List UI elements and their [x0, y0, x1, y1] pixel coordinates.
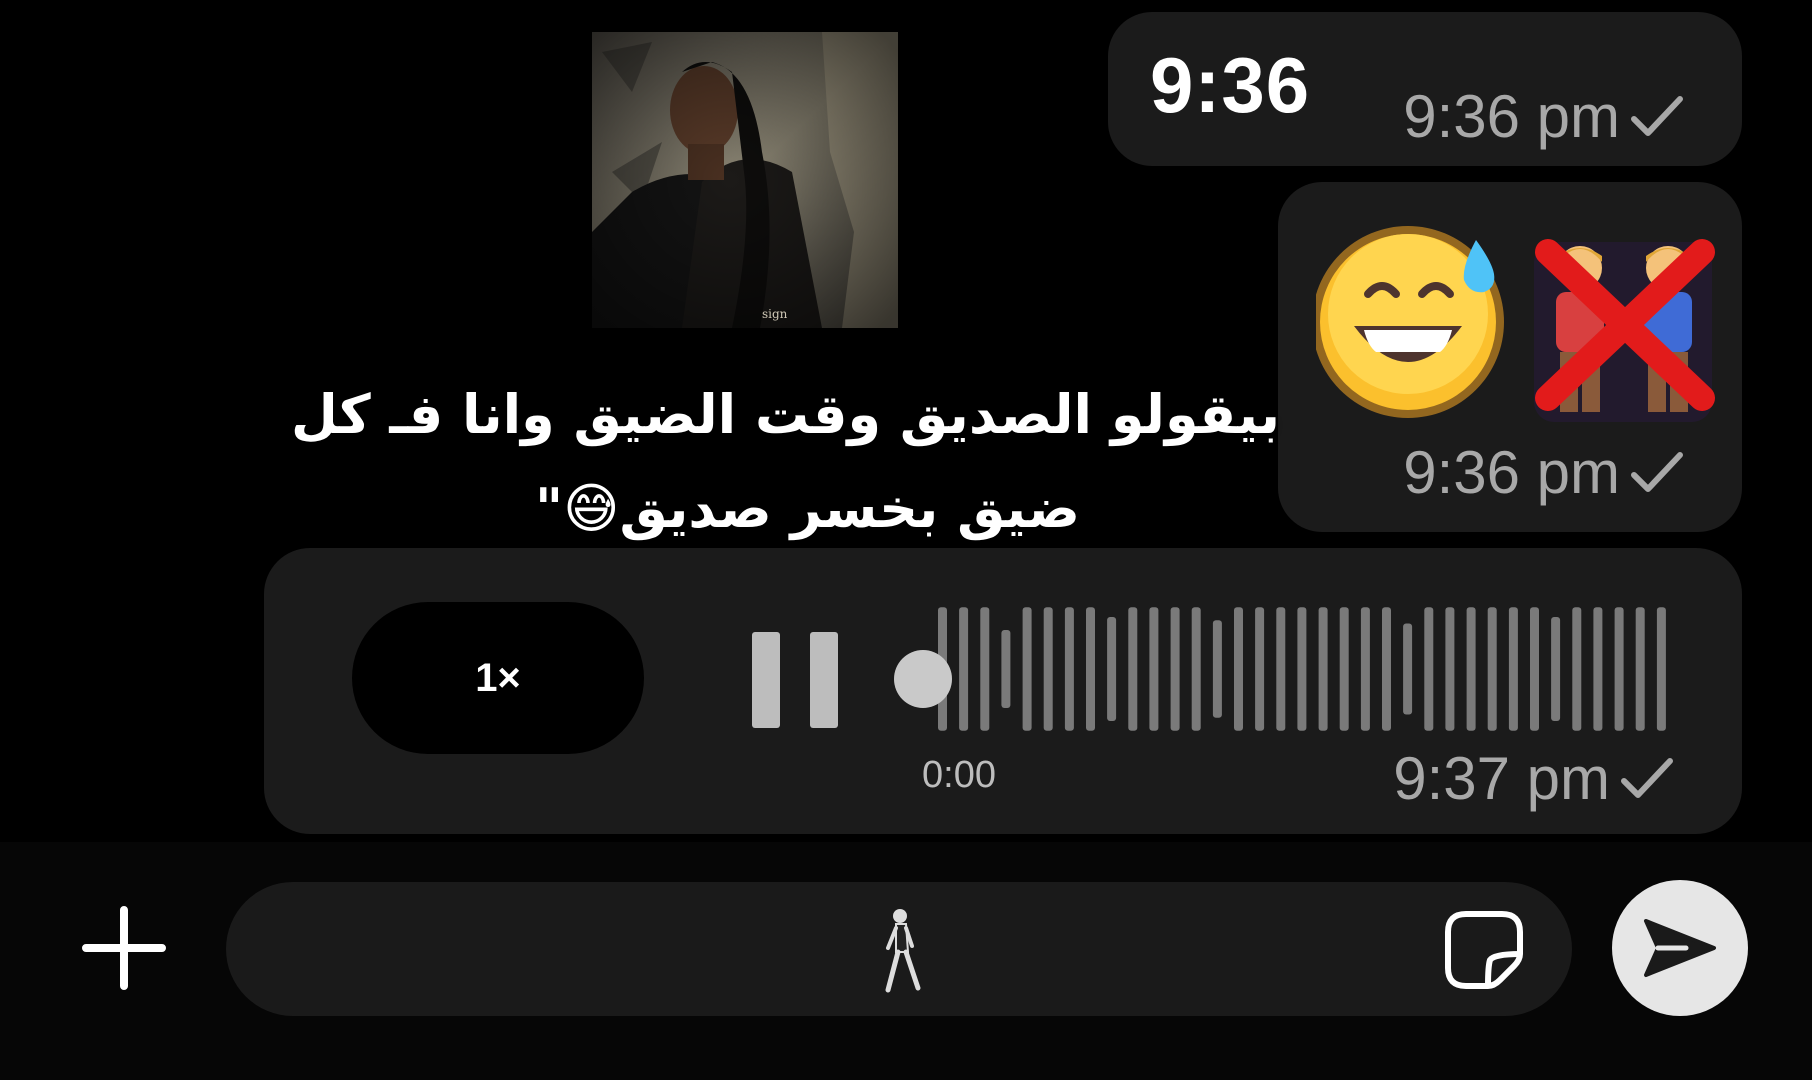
- waveform-bar: [1149, 607, 1159, 731]
- waveform-bar: [1318, 607, 1328, 731]
- waveform-bar: [1593, 607, 1603, 731]
- sent-check-icon: [1630, 451, 1684, 495]
- plus-icon[interactable]: [80, 904, 168, 992]
- man-leaning-on-wall-image: sign: [592, 32, 898, 328]
- waveform-bar: [1614, 607, 1624, 731]
- message-input[interactable]: [286, 912, 1390, 988]
- pause-bar-right: [810, 632, 838, 728]
- waveform-bar: [1403, 623, 1413, 715]
- waveform-bar: [1339, 607, 1349, 731]
- message-meta: 9:36 pm: [1403, 82, 1684, 151]
- waveform-bar: [1064, 607, 1074, 731]
- playback-scrubber[interactable]: [894, 650, 952, 708]
- waveform-bar: [1191, 607, 1201, 731]
- waveform-bar: [959, 607, 969, 731]
- sent-check-icon: [1620, 757, 1674, 801]
- emoji-row: [1312, 222, 1716, 422]
- waveform-bar: [1656, 607, 1666, 731]
- waveform-bar: [1022, 607, 1032, 731]
- message-timestamp: 9:36 pm: [1403, 83, 1620, 150]
- chat-screen: sign 9:36 9:36 pm 9:36 pm بيقولو الصديق …: [0, 0, 1812, 1080]
- walking-person-icon: [874, 906, 930, 996]
- waveform-bar: [1128, 607, 1138, 731]
- caption-line-2: ضيق بخسر صديق😅": [535, 477, 1080, 540]
- waveform-bar: [1170, 607, 1180, 731]
- waveform-bar: [1255, 607, 1265, 731]
- crossed-out-two-men-emoji: [1534, 239, 1715, 422]
- waveform-bar: [1445, 607, 1455, 731]
- waveform-bar: [1466, 607, 1476, 731]
- message-meta: 9:37 pm: [1393, 744, 1674, 813]
- photo-message[interactable]: sign: [592, 32, 898, 328]
- waveform-bar: [980, 607, 990, 731]
- waveform-bar: [1086, 607, 1095, 731]
- caption-text: بيقولو الصديق وقت الضيق وانا فـ كل ضيق ب…: [230, 368, 1280, 556]
- caption-line-1: بيقولو الصديق وقت الضيق وانا فـ كل: [291, 383, 1280, 446]
- waveform-bar: [1001, 630, 1011, 708]
- waveform-bar: [1572, 607, 1582, 731]
- grinning-face-with-sweat-emoji: [1312, 226, 1504, 418]
- waveform-bar: [1234, 607, 1243, 731]
- message-timestamp: 9:36 pm: [1403, 439, 1620, 506]
- message-timestamp: 9:37 pm: [1393, 745, 1610, 812]
- waveform-bar: [1551, 617, 1561, 721]
- send-button[interactable]: [1612, 880, 1748, 1016]
- waveform-bar: [1212, 620, 1222, 718]
- pause-icon[interactable]: [752, 632, 838, 728]
- waveform-bar: [1487, 607, 1497, 731]
- message-input-container[interactable]: [226, 882, 1572, 1016]
- send-arrow-icon: [1644, 919, 1716, 977]
- waveform-bar: [1276, 607, 1286, 731]
- message-text: 9:36: [1150, 41, 1311, 129]
- waveform-bar: [1360, 607, 1370, 731]
- waveform-bar: [1424, 607, 1434, 731]
- waveform-bar: [1635, 607, 1645, 731]
- message-meta: 9:36 pm: [1403, 438, 1684, 507]
- waveform-bar: [1382, 607, 1391, 731]
- voice-message-bubble[interactable]: 1× 0:00 9:37 pm: [264, 548, 1742, 834]
- waveform-bar: [1530, 607, 1539, 731]
- audio-waveform[interactable]: [936, 604, 1676, 734]
- playback-speed-button[interactable]: 1×: [352, 602, 644, 754]
- svg-text:sign: sign: [762, 307, 788, 321]
- message-bubble-emoji[interactable]: 9:36 pm: [1278, 182, 1742, 532]
- sent-check-icon: [1630, 95, 1684, 139]
- waveform-bar: [1297, 607, 1307, 731]
- waveform-bar: [1107, 617, 1117, 721]
- waveform-bar: [1508, 607, 1518, 731]
- pause-bar-left: [752, 632, 780, 728]
- message-bubble-time[interactable]: 9:36 9:36 pm: [1108, 12, 1742, 166]
- waveform-bar: [1043, 607, 1053, 731]
- sticker-icon[interactable]: [1444, 910, 1524, 990]
- voice-duration: 0:00: [922, 754, 996, 796]
